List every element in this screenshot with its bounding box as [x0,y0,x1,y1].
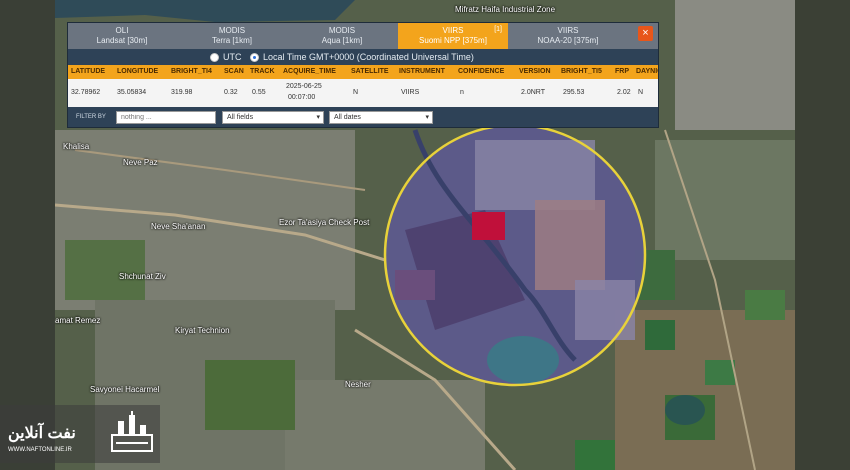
map-label: Shchunat Ziv [119,272,166,281]
tab-title: VIIRS [557,26,579,35]
table-row[interactable]: 32.78962 35.05834 319.98 0.32 0.55 2025-… [68,79,658,107]
utc-radio[interactable] [210,53,219,62]
date-select[interactable]: All dates ▾ [329,111,433,124]
cell-scan: 0.32 [224,89,238,96]
tab-count-badge: [1] [494,26,502,33]
refinery-icon [111,411,153,452]
cell-bright-ti5: 295.53 [563,89,585,96]
tab-title: MODIS [328,26,356,35]
fire-info-panel: OLI Landsat [30m] MODIS Terra [1km] MODI… [67,22,659,128]
map-label: Kiryat Technion [175,326,230,335]
column-header[interactable]: LONGITUDE [117,68,158,75]
table-header: LATITUDE LONGITUDE BRIGHT_TI4 SCAN TRACK… [68,65,658,79]
cell-acquire-time: 00:07:00 [288,94,316,101]
tab-title: MODIS [218,26,246,35]
column-header[interactable]: ACQUIRE_TIME [283,68,336,75]
map-label: amat Remez [55,316,101,325]
local-time-radio[interactable] [250,53,259,62]
cell-instrument: VIIRS [401,89,420,96]
map-label: Khalisa [63,142,90,151]
tab-viirs-noaa-20[interactable]: VIIRS NOAA-20 [375m] [513,23,623,49]
map-label: Neve Paz [123,158,158,167]
cell-daynight: N [638,89,644,96]
filter-text-input[interactable] [116,111,216,124]
cell-bright-ti4: 319.98 [171,89,193,96]
tab-modis-terra[interactable]: MODIS Terra [1km] [178,23,286,49]
column-header[interactable]: CONFIDENCE [458,68,504,75]
tab-modis-aqua[interactable]: MODIS Aqua [1km] [288,23,396,49]
timezone-selector: UTC Local Time GMT+0000 (Coordinated Uni… [68,49,658,65]
filter-bar: FILTER BY All fields ▾ All dates ▾ [68,108,658,127]
column-header[interactable]: SCAN [224,68,244,75]
sensor-tabs: OLI Landsat [30m] MODIS Terra [1km] MODI… [68,23,658,49]
map-label: Mifratz Haifa Industrial Zone [455,5,556,14]
cell-confidence: n [460,89,464,96]
tab-subtitle: Terra [1km] [211,36,252,45]
watermark-url: WWW.NAFTONLINE.IR [8,447,72,453]
column-header[interactable]: LATITUDE [71,68,105,75]
chevron-down-icon: ▾ [425,114,429,121]
right-letterbox [795,0,850,470]
cell-track: 0.55 [252,89,266,96]
map-label: Neve Sha'anan [151,222,206,231]
column-header[interactable]: FRP [615,68,629,75]
map-label: Savyonei Hacarmel [90,385,160,394]
cell-frp: 2.02 [617,89,631,96]
local-time-label: Local Time GMT+0000 (Coordinated Univers… [263,52,474,62]
column-header[interactable]: INSTRUMENT [399,68,445,75]
cell-latitude: 32.78962 [71,89,101,96]
column-header[interactable]: BRIGHT_TI4 [171,68,212,75]
cell-satellite: N [353,89,359,96]
cell-acquire-date: 2025-06-25 [286,83,322,90]
field-select[interactable]: All fields ▾ [222,111,324,124]
tab-subtitle: Landsat [30m] [96,36,148,45]
date-select-value: All dates [334,114,361,121]
column-header[interactable]: SATELLITE [351,68,389,75]
tab-viirs-suomi-npp[interactable]: VIIRS Suomi NPP [375m] [1] [398,23,508,49]
watermark-name: نفت آنلاین [8,425,76,442]
chevron-down-icon: ▾ [316,114,320,121]
column-header[interactable]: DAYNIGHT [636,68,658,75]
tab-subtitle: Aqua [1km] [321,36,363,45]
column-header[interactable]: TRACK [250,68,275,75]
watermark-logo: نفت آنلاین WWW.NAFTONLINE.IR [0,405,160,463]
cell-version: 2.0NRT [521,89,545,96]
utc-label: UTC [223,52,242,62]
tab-title: OLI [115,26,129,35]
tab-subtitle: NOAA-20 [375m] [537,36,599,45]
fire-hotspot-marker [472,212,505,240]
filter-label: FILTER BY [76,114,106,120]
column-header[interactable]: VERSION [519,68,551,75]
tab-title: VIIRS [442,26,464,35]
left-letterbox [0,0,55,470]
tab-subtitle: Suomi NPP [375m] [419,36,487,45]
map-label: Nesher [345,380,371,389]
tab-landsat-oli[interactable]: OLI Landsat [30m] [74,23,170,49]
map-screen: Khalisa Neve Paz Neve Sha'anan Ezor Ta'a… [55,0,795,470]
field-select-value: All fields [227,114,254,121]
map-label: Ezor Ta'asiya Check Post [279,218,370,227]
close-button[interactable]: × [638,26,653,41]
column-header[interactable]: BRIGHT_TI5 [561,68,602,75]
cell-longitude: 35.05834 [117,89,147,96]
